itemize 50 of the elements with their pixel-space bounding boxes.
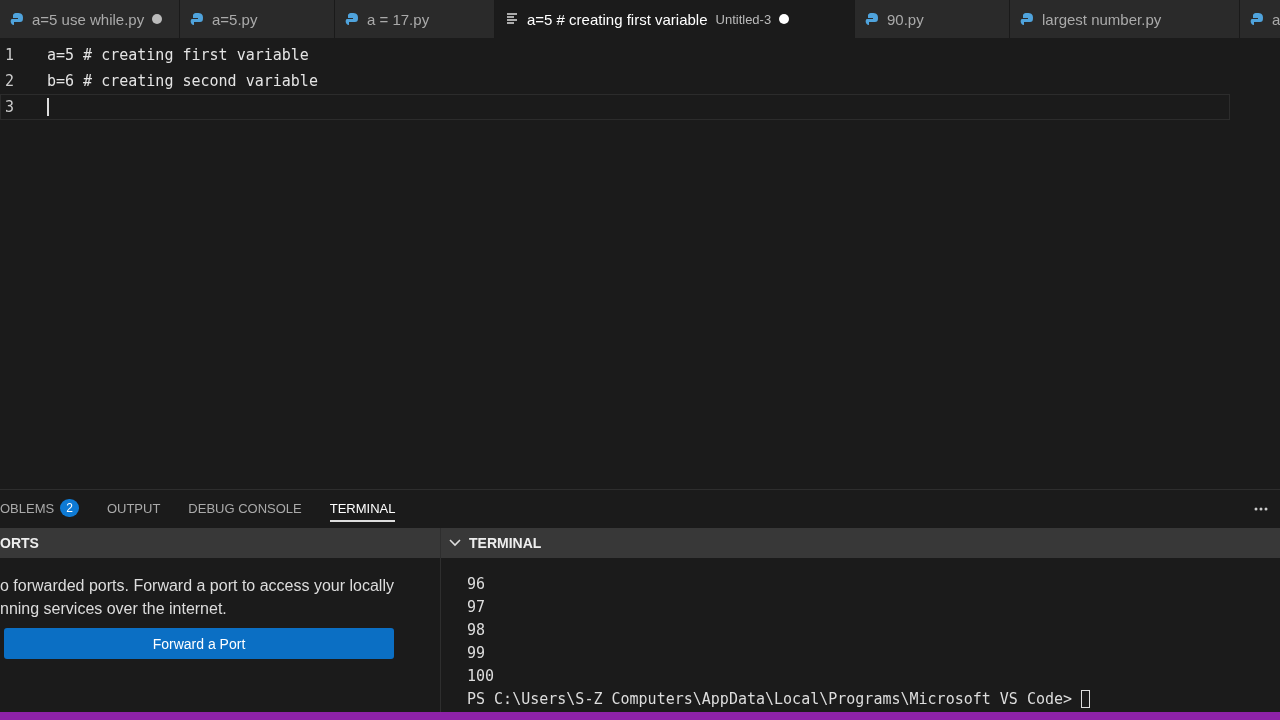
python-file-icon bbox=[1020, 12, 1034, 26]
editor-tab[interactable]: a bbox=[1240, 0, 1280, 38]
terminal-cursor bbox=[1081, 689, 1091, 708]
line-number: 3 bbox=[4, 98, 16, 116]
section-header[interactable]: TERMINAL bbox=[441, 528, 1280, 558]
python-file-icon bbox=[1250, 12, 1264, 26]
tab-label: TERMINAL bbox=[329, 500, 396, 516]
tab-label: a bbox=[1272, 10, 1280, 28]
tab-label: a=5 use while.py bbox=[32, 10, 145, 28]
ports-message: nning services over the internet. bbox=[0, 599, 228, 619]
tab-label: a=5 # creating first variable bbox=[527, 10, 708, 28]
text-cursor bbox=[47, 98, 49, 116]
terminal-line: 100 bbox=[467, 666, 495, 685]
python-file-icon bbox=[345, 12, 359, 26]
forward-port-button[interactable]: Forward a Port bbox=[4, 628, 394, 659]
tab-label: DEBUG CONSOLE bbox=[188, 500, 302, 516]
editor-tab[interactable]: a=5 use while.py bbox=[0, 0, 180, 38]
text-file-icon bbox=[505, 12, 519, 26]
line-number: 2 bbox=[4, 72, 16, 90]
code-text: a=5 # creating first variable bbox=[47, 46, 309, 64]
more-icon[interactable] bbox=[1254, 507, 1268, 511]
panel-tab[interactable]: TERMINAL bbox=[329, 496, 396, 522]
tab-label: a=5.py bbox=[212, 10, 258, 28]
editor-tab[interactable]: a=5.py bbox=[180, 0, 335, 38]
tab-label: largest number.py bbox=[1042, 10, 1162, 28]
python-file-icon bbox=[865, 12, 879, 26]
tab-label: 90.py bbox=[887, 10, 924, 28]
panel-tab[interactable]: DEBUG CONSOLE bbox=[188, 496, 302, 522]
editor-tab[interactable]: 90.py bbox=[855, 0, 1010, 38]
panel-tab[interactable]: OBLEMS 2 bbox=[0, 495, 79, 523]
line-number: 1 bbox=[4, 46, 16, 64]
tab-label: OUTPUT bbox=[106, 500, 161, 516]
code-text: b=6 # creating second variable bbox=[47, 72, 318, 90]
ports-message: o forwarded ports. Forward a port to access your locally bbox=[0, 576, 395, 596]
section-header[interactable]: ORTS bbox=[0, 528, 440, 558]
python-file-icon bbox=[190, 12, 204, 26]
editor-tab[interactable]: a=5 # creating first variable Untitled-3 bbox=[495, 0, 855, 38]
terminal-line: 96 bbox=[467, 574, 486, 593]
tab-label: OBLEMS bbox=[0, 500, 55, 516]
editor-tab[interactable]: largest number.py bbox=[1010, 0, 1240, 38]
terminal-line: PS C:\Users\S-Z Computers\AppData\Local\Programs\Microsoft VS Code> bbox=[467, 689, 1074, 708]
tab-label: a = 17.py bbox=[367, 10, 430, 28]
terminal-line: 98 bbox=[467, 620, 486, 639]
terminal-line: 99 bbox=[467, 643, 486, 662]
count-badge: 2 bbox=[60, 499, 79, 517]
tab-description: Untitled-3 bbox=[715, 11, 772, 27]
editor-tab[interactable]: a = 17.py bbox=[335, 0, 495, 38]
terminal-line: 97 bbox=[467, 597, 486, 616]
panel-tab[interactable]: OUTPUT bbox=[106, 496, 161, 522]
python-file-icon bbox=[10, 12, 24, 26]
